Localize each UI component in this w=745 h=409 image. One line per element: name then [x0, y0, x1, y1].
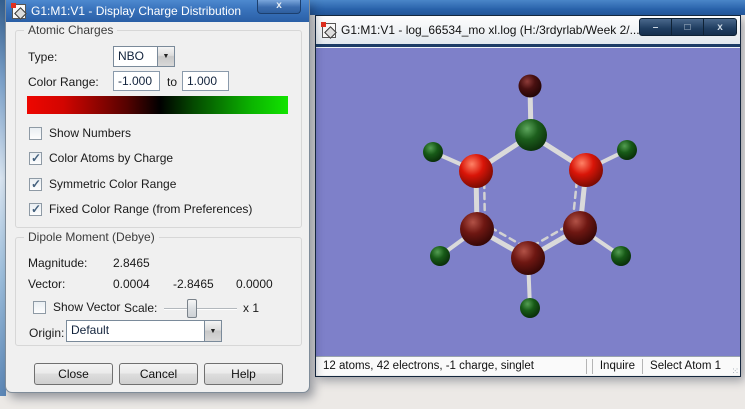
fixed-range-checkbox[interactable] [29, 202, 42, 216]
charge-distribution-dialog: G1:M1:V1 - Display Charge Distribution x… [5, 0, 310, 393]
color-range-to-label: to [167, 75, 178, 89]
atom-oxygen-dark[interactable] [518, 74, 542, 98]
show-numbers-checkbox[interactable] [29, 126, 42, 140]
magnitude-value: 2.8465 [113, 256, 150, 270]
atom-hydrogen-green[interactable] [611, 246, 631, 266]
color-range-label: Color Range: [28, 75, 99, 89]
origin-value: Default [71, 323, 110, 337]
dialog-close-button[interactable]: x [257, 0, 301, 14]
origin-label: Origin: [29, 326, 65, 340]
show-vector-checkbox[interactable] [33, 300, 46, 314]
type-label: Type: [28, 50, 58, 64]
fixed-range-row: Fixed Color Range (from Preferences) [29, 202, 252, 216]
show-numbers-label: Show Numbers [49, 126, 132, 140]
symmetric-range-label: Symmetric Color Range [49, 177, 177, 191]
show-vector-label: Show Vector [53, 300, 121, 314]
vector-x-value: 0.0004 [113, 277, 150, 291]
show-numbers-row: Show Numbers [29, 126, 131, 140]
close-button[interactable]: x [704, 19, 736, 35]
atom-hydrogen-green[interactable] [520, 298, 540, 318]
origin-dropdown[interactable]: Default ▼ [66, 320, 222, 342]
color-atoms-label: Color Atoms by Charge [49, 151, 174, 165]
molecule-viewport[interactable] [316, 48, 740, 356]
scale-slider-thumb[interactable] [187, 299, 197, 318]
atom-carbon-maroon[interactable] [563, 211, 597, 245]
molecule-view-window: G1:M1:V1 - log_66534_mo xl.log (H:/3rdyr… [315, 15, 741, 377]
gaussview-document-icon [321, 21, 336, 38]
minimize-button[interactable]: – [640, 19, 672, 35]
color-atoms-row: Color Atoms by Charge [29, 151, 173, 165]
color-atoms-checkbox[interactable] [29, 151, 42, 165]
molecule-summary-text: 12 atoms, 42 electrons, -1 charge, singl… [323, 360, 534, 372]
scale-slider-groove[interactable] [164, 308, 237, 310]
cancel-button[interactable]: Cancel [119, 363, 198, 385]
molecule-drawing [423, 74, 637, 318]
inquire-mode-indicator: Inquire [591, 358, 642, 374]
color-range-max-input[interactable]: 1.000 [182, 71, 229, 91]
dropdown-arrow-icon[interactable]: ▼ [157, 47, 174, 66]
atom-hydrogen-green[interactable] [423, 142, 443, 162]
window-caption-buttons: – □ x [639, 18, 737, 36]
color-range-min-input[interactable]: -1.000 [113, 71, 160, 91]
atom-carbon-red[interactable] [569, 153, 603, 187]
atomic-charges-group-label: Atomic Charges [24, 23, 118, 37]
help-button[interactable]: Help [204, 363, 283, 385]
atom-hydrogen-green[interactable] [430, 246, 450, 266]
molecule-window-titlebar: G1:M1:V1 - log_66534_mo xl.log (H:/3rdyr… [316, 16, 740, 44]
vector-label: Vector: [28, 277, 66, 291]
atom-carbon-maroon[interactable] [460, 212, 494, 246]
show-vector-row: Show Vector [33, 300, 120, 314]
close-dialog-button[interactable]: Close [34, 363, 113, 385]
scale-label: Scale: [124, 301, 158, 315]
gaussview-document-icon [11, 2, 26, 19]
resize-grip[interactable] [728, 359, 740, 377]
atom-carbon-red[interactable] [459, 154, 493, 188]
atom-carbon-green[interactable] [515, 119, 547, 151]
charge-type-value: NBO [118, 49, 145, 63]
magnitude-label: Magnitude: [28, 256, 88, 270]
vector-y-value: -2.8465 [173, 277, 214, 291]
maximize-button[interactable]: □ [672, 19, 704, 35]
dialog-title: G1:M1:V1 - Display Charge Distribution [31, 4, 242, 18]
fixed-range-label: Fixed Color Range (from Preferences) [49, 202, 253, 216]
charge-type-dropdown[interactable]: NBO ▼ [113, 46, 175, 67]
symmetric-range-checkbox[interactable] [29, 177, 42, 191]
scale-value: x 1 [243, 301, 260, 315]
vector-z-value: 0.0000 [236, 277, 273, 291]
symmetric-range-row: Symmetric Color Range [29, 177, 176, 191]
charge-color-gradient-bar [27, 96, 288, 114]
molecule-statusbar: 12 atoms, 42 electrons, -1 charge, singl… [316, 356, 740, 377]
atom-hydrogen-green[interactable] [617, 140, 637, 160]
dipole-moment-group-label: Dipole Moment (Debye) [24, 230, 159, 244]
atom-carbon-maroon[interactable] [511, 241, 545, 275]
select-atom-indicator: Select Atom 1 [642, 358, 728, 374]
molecule-window-title: G1:M1:V1 - log_66534_mo xl.log (H:/3rdyr… [341, 23, 640, 37]
dropdown-arrow-icon[interactable]: ▼ [204, 321, 221, 341]
